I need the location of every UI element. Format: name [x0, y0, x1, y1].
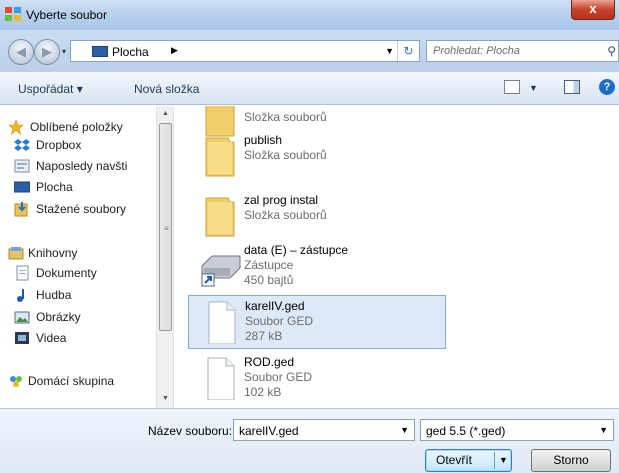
- sidebar-item-label: Dropbox: [36, 138, 82, 152]
- sidebar-item-label: Domácí skupina: [28, 374, 115, 388]
- file-list: Složka souborů publish Složka souborů za…: [174, 106, 619, 408]
- scroll-down-icon[interactable]: ▼: [162, 395, 169, 402]
- back-button[interactable]: ◀: [8, 39, 34, 65]
- file-type: Složka souborů: [244, 148, 327, 162]
- open-button[interactable]: Otevřít ▼: [425, 449, 512, 472]
- close-icon: x: [589, 1, 597, 16]
- address-row: ◀ ▶ ▾ Plocha ▶ ▼ ↻ ⚲: [0, 30, 619, 72]
- cancel-button-label: Storno: [553, 453, 589, 467]
- scrollbar-thumb[interactable]: ≡: [159, 123, 172, 331]
- view-dropdown-icon[interactable]: ▼: [529, 83, 538, 93]
- search-icon[interactable]: ⚲: [607, 44, 616, 58]
- organize-button[interactable]: Uspořádat ▾: [18, 82, 83, 96]
- change-view-icon[interactable]: [504, 80, 520, 94]
- address-bar[interactable]: Plocha ▶ ▼ ↻: [70, 40, 420, 62]
- sidebar-item-label: Oblíbené položky: [30, 120, 123, 134]
- forward-arrow-icon: ▶: [42, 44, 52, 59]
- file-size: 287 kB: [245, 329, 283, 343]
- downloads-icon: [14, 202, 28, 217]
- open-options-dropdown-icon[interactable]: ▼: [499, 450, 508, 471]
- folder-icon: [205, 137, 235, 177]
- list-item[interactable]: publish Složka souborů: [188, 130, 446, 184]
- preview-pane-icon[interactable]: [564, 80, 580, 94]
- sidebar-item-label: Knihovny: [28, 246, 78, 260]
- file-name: publish: [244, 133, 283, 147]
- recent-pages-dropdown-icon[interactable]: ▾: [62, 47, 66, 56]
- recent-places-icon: [14, 159, 30, 173]
- address-location[interactable]: Plocha: [112, 45, 149, 59]
- list-item[interactable]: karelIV.ged Soubor GED 287 kB: [188, 295, 446, 349]
- forward-button[interactable]: ▶: [34, 39, 60, 65]
- sidebar-item-label: Stažené soubory: [36, 202, 127, 216]
- window-title: Vyberte soubor: [26, 8, 107, 22]
- chevron-down-icon[interactable]: ▼: [599, 425, 608, 435]
- filetype-select[interactable]: ged 5.5 (*.ged) ▼: [420, 419, 614, 441]
- breadcrumb-chevron-icon[interactable]: ▶: [171, 45, 178, 56]
- filename-input[interactable]: karelIV.ged: [239, 424, 299, 438]
- filename-label: Název souboru:: [148, 424, 233, 438]
- title-bar: Vyberte soubor x: [0, 0, 619, 30]
- homegroup-icon: [10, 376, 22, 387]
- cancel-button[interactable]: Storno: [531, 449, 611, 472]
- file-type: Soubor GED: [244, 370, 313, 384]
- file-name: karelIV.ged: [245, 299, 305, 313]
- pictures-icon: [14, 311, 30, 324]
- new-folder-button[interactable]: Nová složka: [134, 82, 199, 96]
- file-type: Soubor GED: [245, 314, 314, 328]
- dropbox-icon: [14, 139, 30, 151]
- dialog-footer: Název souboru: karelIV.ged ▼ ged 5.5 (*.…: [0, 408, 619, 473]
- file-name: data (E) – zástupce: [244, 243, 349, 257]
- grip-icon: ≡: [164, 224, 169, 233]
- sidebar-item-label: Plocha: [36, 180, 73, 194]
- desktop-icon: [92, 46, 108, 57]
- music-icon: [17, 289, 24, 302]
- folder-icon: [205, 197, 235, 237]
- refresh-icon[interactable]: ↻: [397, 41, 419, 61]
- document-icon: [207, 357, 235, 400]
- app-icon: [5, 7, 21, 21]
- search-box[interactable]: ⚲: [426, 40, 619, 62]
- chevron-down-icon[interactable]: ▼: [400, 425, 409, 435]
- documents-icon: [16, 265, 29, 281]
- file-type: Složka souborů: [244, 208, 327, 222]
- list-item[interactable]: zal prog instal Složka souborů: [188, 190, 446, 244]
- document-icon: [208, 301, 236, 344]
- file-type: Zástupce: [244, 258, 294, 272]
- file-size: 102 kB: [244, 385, 282, 399]
- sidebar-item-label: Videa: [36, 331, 67, 345]
- sidebar-scrollbar[interactable]: ▲ ≡ ▼: [156, 106, 173, 408]
- scroll-up-icon[interactable]: ▲: [162, 110, 169, 117]
- command-bar: Uspořádat ▾ Nová složka ▼ ?: [0, 72, 619, 105]
- sidebar-item-label: Dokumenty: [36, 266, 97, 280]
- filetype-value[interactable]: ged 5.5 (*.ged): [426, 424, 505, 438]
- filename-combo[interactable]: karelIV.ged ▼: [233, 419, 415, 441]
- file-size: 450 bajtů: [244, 273, 294, 287]
- file-name: ROD.ged: [244, 355, 295, 369]
- search-input[interactable]: [433, 44, 593, 58]
- open-button-label: Otevřít: [436, 453, 473, 467]
- address-dropdown-icon[interactable]: ▼: [385, 46, 394, 56]
- sidebar-item-label: Naposledy navšti: [36, 159, 128, 173]
- help-icon[interactable]: ?: [599, 79, 615, 95]
- list-item[interactable]: data (E) – zástupce Zástupce 450 bajtů: [188, 240, 446, 294]
- file-name: zal prog instal: [244, 193, 319, 207]
- list-item[interactable]: ROD.ged Soubor GED 102 kB: [188, 352, 446, 406]
- split-divider: [494, 452, 495, 469]
- star-icon: [8, 119, 24, 135]
- file-type: Složka souborů: [244, 110, 327, 124]
- close-button[interactable]: x: [571, 0, 615, 20]
- desktop-icon: [14, 181, 30, 193]
- sidebar-item-label: Hudba: [36, 288, 72, 302]
- drive-shortcut-icon: [201, 255, 241, 287]
- back-arrow-icon: ◀: [16, 44, 26, 59]
- navigation-pane: Oblíbené položky Dropbox Naposledy navšt…: [0, 106, 172, 408]
- sidebar-item-label: Obrázky: [36, 310, 81, 324]
- libraries-icon: [8, 247, 24, 260]
- videos-icon: [15, 332, 29, 344]
